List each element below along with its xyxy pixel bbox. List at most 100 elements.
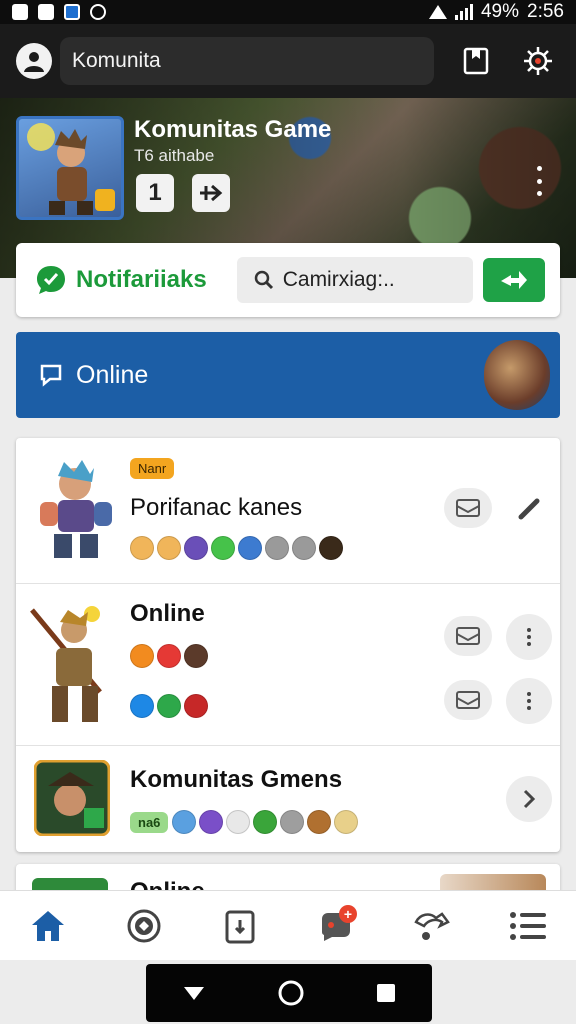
- share-icon: [414, 911, 450, 940]
- member-avatar-chip: [184, 536, 208, 560]
- notifications-label: Notifariiaks: [76, 266, 207, 293]
- mail-icon: [456, 627, 480, 645]
- bookmark-icon: [463, 47, 489, 75]
- hero-character-image: [27, 123, 115, 215]
- more-dot: [536, 178, 542, 184]
- nav-badge: +: [339, 904, 357, 923]
- wifi-icon: [428, 5, 447, 19]
- notifications-search-input[interactable]: Camirxiag:..: [236, 257, 473, 303]
- more-vertical-icon: [527, 628, 531, 646]
- more-dot: [536, 191, 542, 196]
- mail-icon: [456, 691, 480, 709]
- nav-home[interactable]: [23, 901, 73, 951]
- member-avatar-chip: [238, 536, 262, 560]
- member-avatar-chip: [157, 644, 181, 668]
- member-avatar-chip: [307, 810, 331, 834]
- hero-subtitle: T6 aithabe: [134, 146, 215, 165]
- member-avatar-chip: [319, 536, 343, 560]
- list-icon: [510, 911, 546, 940]
- recents-icon[interactable]: [376, 983, 396, 1003]
- member-chips: [130, 694, 208, 718]
- list-item[interactable]: Online: [16, 584, 560, 746]
- count-label: 1: [148, 179, 162, 206]
- row-tag: na6: [130, 812, 169, 833]
- online-banner[interactable]: Online: [16, 332, 560, 418]
- notifications-go-button[interactable]: [482, 258, 545, 302]
- member-avatar-chip: [130, 644, 154, 668]
- system-nav-area: [0, 960, 576, 1024]
- hero-more-button[interactable]: [530, 166, 548, 196]
- member-avatar-chip: [334, 810, 358, 834]
- search-placeholder: Camirxiag:..: [282, 268, 395, 291]
- app-notification-icon-2: [64, 4, 80, 20]
- notifications-card: Notifariiaks Camirxiag:..: [16, 243, 560, 317]
- profile-button[interactable]: [16, 43, 52, 79]
- app-title-field[interactable]: Komunita: [60, 37, 434, 85]
- app-title: Komunita: [72, 49, 161, 72]
- system-navigation-bar: [146, 964, 432, 1022]
- link-button[interactable]: [506, 486, 552, 532]
- member-avatar-chip: [130, 694, 154, 718]
- nav-sync[interactable]: [119, 901, 169, 951]
- row-title: Online: [130, 600, 205, 627]
- member-avatar-chip: [199, 810, 223, 834]
- row-title: Porifanac kanes: [130, 494, 303, 521]
- clipboard-icon: [225, 910, 255, 943]
- row-title: Komunitas Gmens: [130, 766, 343, 793]
- hero-title: Komunitas Game: [134, 116, 332, 143]
- online-banner-label: Online: [76, 360, 149, 389]
- member-avatar-chip: [292, 536, 316, 560]
- member-chips: [130, 644, 208, 668]
- status-bar: 49% 2:56: [0, 0, 576, 24]
- member-avatar-chip: [130, 536, 154, 560]
- more-options-button[interactable]: [506, 614, 552, 660]
- character-thumbnail: [40, 460, 112, 558]
- more-vertical-icon: [527, 692, 531, 710]
- count-button[interactable]: 1: [136, 174, 174, 212]
- member-avatar-chip: [265, 536, 289, 560]
- message-button[interactable]: [444, 680, 492, 720]
- nav-share[interactable]: [407, 901, 457, 951]
- nav-chat[interactable]: +: [311, 901, 361, 951]
- chevron-right-icon: [523, 789, 536, 809]
- member-chips: [172, 810, 358, 834]
- app-notification-icon: [38, 4, 54, 20]
- list-item[interactable]: Nanr Porifanac kanes: [16, 438, 560, 584]
- character-thumbnail: [30, 606, 102, 722]
- link-icon: [518, 498, 540, 520]
- join-button[interactable]: [192, 174, 230, 212]
- search-icon: [254, 270, 273, 290]
- message-icon: [40, 364, 62, 387]
- message-button[interactable]: [444, 616, 492, 656]
- member-avatar-chip: [226, 810, 250, 834]
- mail-icon: [456, 499, 480, 517]
- sync-icon: [127, 909, 161, 942]
- share-arrow-icon: [500, 271, 527, 289]
- member-avatar-chip: [157, 694, 181, 718]
- sync-status-icon: [90, 4, 106, 20]
- member-avatar-chip: [184, 694, 208, 718]
- clock: 2:56: [527, 1, 564, 22]
- bookmark-button[interactable]: [456, 41, 496, 81]
- more-options-button[interactable]: [506, 678, 552, 724]
- gear-icon: [524, 47, 552, 75]
- settings-button[interactable]: [518, 41, 558, 81]
- chat-bubble-icon: [37, 266, 65, 294]
- bottom-navigation: +: [0, 890, 576, 960]
- back-icon[interactable]: [182, 984, 206, 1002]
- list-item[interactable]: Komunitas Gmens na6: [16, 746, 560, 852]
- home-circle-icon[interactable]: [277, 979, 305, 1007]
- more-dot: [536, 166, 542, 171]
- nav-clipboard[interactable]: [215, 901, 265, 951]
- member-avatar-chip: [280, 810, 304, 834]
- message-button[interactable]: [444, 488, 492, 528]
- row-tag: Nanr: [130, 458, 175, 479]
- open-button[interactable]: [506, 776, 552, 822]
- gallery-icon: [12, 4, 28, 20]
- home-icon: [32, 910, 64, 941]
- nav-list[interactable]: [503, 901, 553, 951]
- member-avatar-chip: [253, 810, 277, 834]
- member-avatar-chip: [157, 536, 181, 560]
- game-cover-image[interactable]: [16, 116, 124, 220]
- online-avatar[interactable]: [484, 340, 550, 410]
